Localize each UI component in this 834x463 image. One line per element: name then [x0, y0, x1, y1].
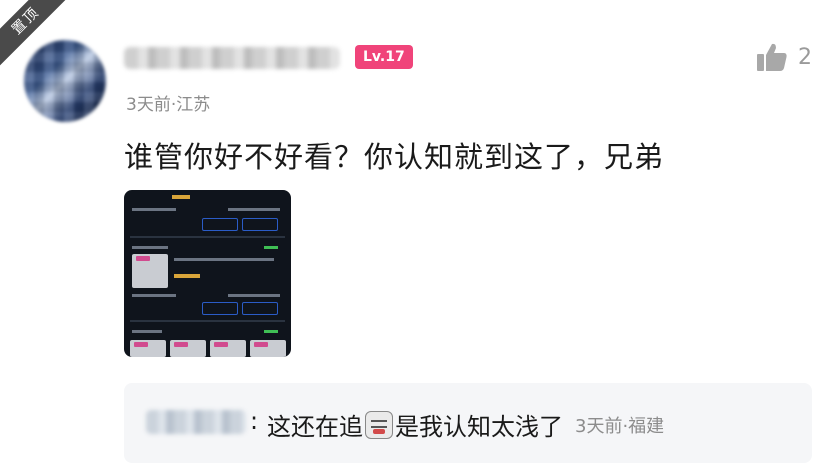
- thumbs-up-icon: [756, 42, 788, 72]
- reply-text-part2: 是我认知太浅了: [395, 413, 563, 441]
- reply-text-part1: 这还在追: [267, 413, 363, 441]
- like-button[interactable]: 2: [756, 42, 812, 72]
- reply-text: 这还在追 是我认知太浅了 3天前·福建: [267, 407, 664, 442]
- reply-time-location: 3天前·福建: [575, 415, 665, 437]
- sticker-emoji-icon: [365, 410, 393, 439]
- pinned-label: 置顶: [9, 4, 43, 38]
- like-count: 2: [798, 44, 812, 70]
- comment-text: 谁管你好不好看？你认知就到这了，兄弟: [124, 140, 665, 174]
- username-blurred[interactable]: [124, 47, 340, 69]
- comment-image-thumbnail[interactable]: [124, 190, 291, 357]
- reply-colon: :: [250, 407, 259, 435]
- reply-username-blurred[interactable]: [146, 410, 246, 434]
- comment-time-location: 3天前·江苏: [126, 95, 211, 115]
- avatar[interactable]: [24, 40, 106, 122]
- level-badge: Lv.17: [355, 45, 413, 69]
